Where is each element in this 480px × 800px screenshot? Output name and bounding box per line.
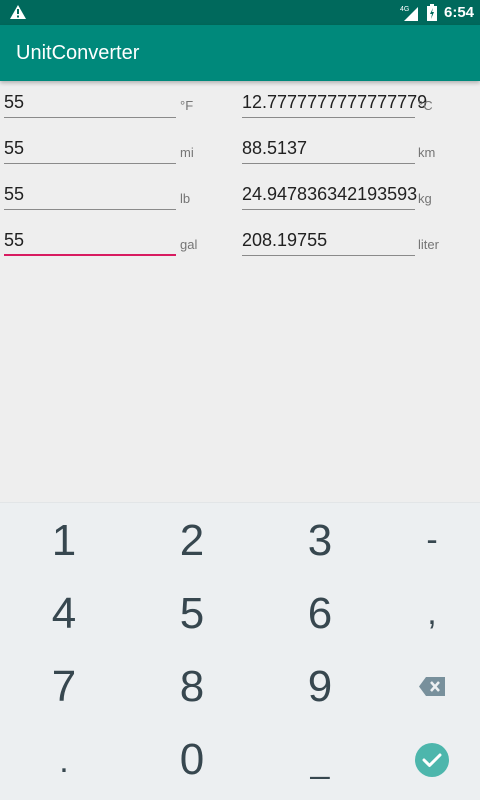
miles-input[interactable]: 55 — [4, 134, 176, 164]
key-4[interactable]: 4 — [4, 577, 124, 650]
key-0[interactable]: 0 — [132, 723, 252, 796]
key-3[interactable]: 3 — [260, 504, 380, 577]
kilograms-unit-label: kg — [418, 191, 432, 206]
status-bar: 4G 6:54 — [0, 0, 480, 25]
celsius-unit-label: °C — [418, 98, 433, 113]
celsius-output[interactable]: 12.7777777777777779 — [242, 88, 427, 118]
key-5[interactable]: 5 — [132, 577, 252, 650]
miles-unit-label: mi — [180, 145, 194, 160]
key-space[interactable]: _ — [260, 725, 380, 798]
key-1[interactable]: 1 — [4, 504, 124, 577]
key-decimal[interactable]: . — [4, 725, 124, 798]
app-bar: UnitConverter — [0, 25, 480, 81]
key-comma[interactable]: , — [372, 577, 480, 650]
gallons-unit-label: gal — [180, 237, 198, 252]
battery-charging-icon — [427, 4, 437, 21]
warning-icon — [10, 5, 26, 19]
key-8[interactable]: 8 — [132, 650, 252, 723]
app-title: UnitConverter — [16, 42, 140, 64]
done-key[interactable] — [372, 723, 480, 796]
kilometers-output[interactable]: 88.5137 — [242, 134, 415, 164]
kilograms-output[interactable]: 24.947836342193593 — [242, 180, 417, 210]
conversion-row-temperature: 55 °F 12.7777777777777779 °C — [0, 88, 480, 134]
done-check-icon — [415, 742, 449, 777]
svg-text:4G: 4G — [400, 6, 409, 13]
pounds-input[interactable]: 55 — [4, 180, 176, 210]
kilometers-unit-label: km — [418, 145, 436, 160]
backspace-icon — [419, 677, 445, 696]
conversion-row-weight: 55 lb 24.947836342193593 kg — [0, 180, 480, 226]
cell-signal-icon: 4G — [400, 6, 418, 21]
conversion-row-volume: 55 gal 208.19755 liter — [0, 226, 480, 272]
clock: 6:54 — [444, 4, 475, 21]
gallons-input[interactable]: 55 — [4, 226, 176, 256]
key-9[interactable]: 9 — [260, 650, 380, 723]
fahrenheit-unit-label: °F — [180, 98, 194, 113]
liters-unit-label: liter — [418, 237, 439, 252]
numeric-keyboard: 1 2 3 - 4 5 6 , 7 8 9 . 0 _ — [0, 502, 480, 800]
key-6[interactable]: 6 — [260, 577, 380, 650]
key-2[interactable]: 2 — [132, 504, 252, 577]
key-7[interactable]: 7 — [4, 650, 124, 723]
conversion-row-distance: 55 mi 88.5137 km — [0, 134, 480, 180]
pounds-unit-label: lb — [180, 191, 191, 206]
key-minus[interactable]: - — [372, 504, 480, 577]
fahrenheit-input[interactable]: 55 — [4, 88, 176, 118]
liters-output[interactable]: 208.19755 — [242, 226, 415, 256]
backspace-key[interactable] — [372, 650, 480, 723]
